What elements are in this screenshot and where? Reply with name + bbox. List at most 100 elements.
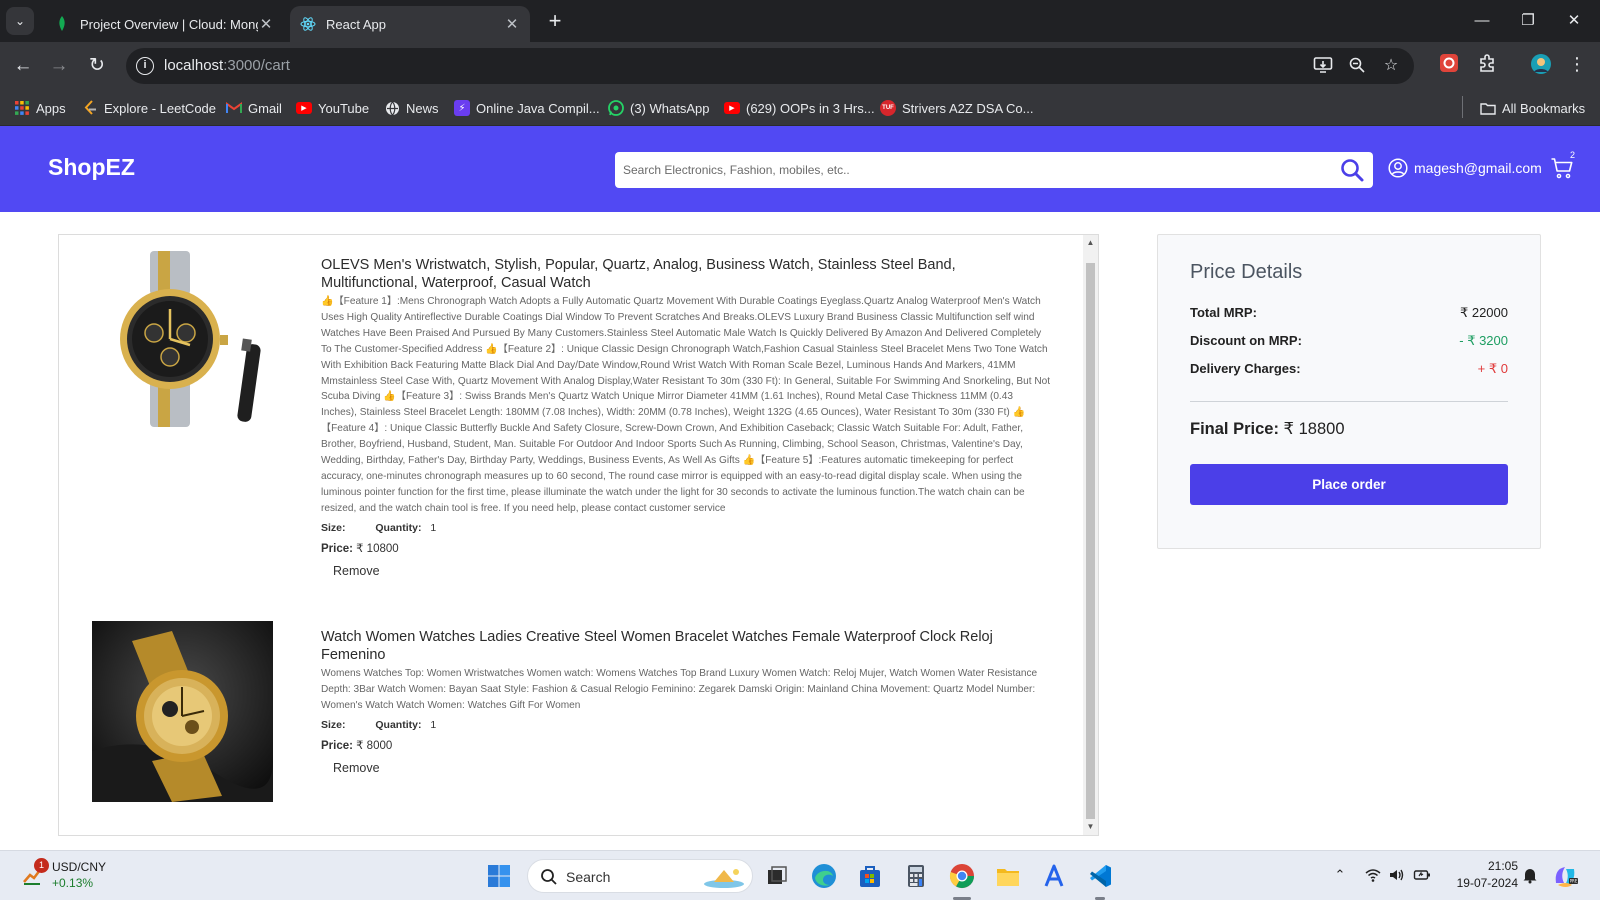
browser-toolbar: ← → ↻ i localhost:3000/cart ☆ ⋮ <box>0 42 1600 90</box>
minimize-window-icon[interactable]: — <box>1462 8 1502 34</box>
bookmark-label: All Bookmarks <box>1502 100 1586 116</box>
mongodb-leaf-icon <box>54 16 70 32</box>
tab-title: React App <box>326 16 386 32</box>
taskbar-search-label: Search <box>566 869 611 885</box>
bookmark-whatsapp[interactable]: (3) WhatsApp <box>608 98 709 118</box>
extension-red-icon[interactable] <box>1438 53 1460 75</box>
notification-bell-icon[interactable] <box>1521 866 1539 884</box>
close-tab-icon[interactable]: ✕ <box>504 15 520 33</box>
tab-search-dropdown-icon[interactable]: ⌄ <box>6 7 34 35</box>
bookmark-youtube[interactable]: ▶ YouTube <box>296 98 369 118</box>
back-icon[interactable]: ← <box>10 53 36 79</box>
item-price: ₹ 8000 <box>356 739 393 752</box>
bookmark-apps[interactable]: Apps <box>14 98 66 118</box>
search-icon[interactable] <box>1339 157 1365 183</box>
microsoft-store-icon[interactable] <box>856 862 884 890</box>
file-explorer-icon[interactable] <box>994 862 1022 890</box>
system-clock[interactable]: 21:05 19-07-2024 <box>1448 858 1518 892</box>
bookmark-label: Explore - LeetCode <box>104 100 217 116</box>
discount-value: - ₹ 3200 <box>1459 333 1508 348</box>
extensions-puzzle-icon[interactable] <box>1476 53 1498 75</box>
total-mrp-row: Total MRP: ₹ 22000 <box>1190 305 1508 321</box>
quantity-label: Quantity: <box>375 521 422 534</box>
user-account[interactable]: magesh@gmail.com <box>1388 158 1542 178</box>
copilot-icon[interactable]: PRE <box>1552 863 1578 889</box>
item-quantity: 1 <box>430 521 437 534</box>
item-price-row: Price: ₹ 8000 <box>321 737 1051 755</box>
forward-icon[interactable]: → <box>46 53 72 79</box>
task-view-icon[interactable] <box>763 862 791 890</box>
tab-title: Project Overview | Cloud: Mong <box>80 16 258 32</box>
chrome-icon[interactable] <box>948 862 976 890</box>
vscode-icon[interactable] <box>1086 862 1114 890</box>
taskbar-search[interactable]: Search <box>527 859 753 893</box>
bookmark-strivers-dsa[interactable]: TUF Strivers A2Z DSA Co... <box>880 98 1034 118</box>
bookmark-oops-video[interactable]: ▶ (629) OOPs in 3 Hrs... <box>724 98 875 118</box>
brand-logo[interactable]: ShopEZ <box>48 154 135 181</box>
wifi-icon[interactable] <box>1364 866 1382 884</box>
close-tab-icon[interactable]: ✕ <box>258 15 274 33</box>
new-tab-button[interactable]: + <box>542 8 568 34</box>
scrollbar-thumb[interactable] <box>1086 263 1095 819</box>
show-hidden-icons-icon[interactable]: ⌃ <box>1331 866 1349 884</box>
bookmark-star-icon[interactable]: ☆ <box>1380 56 1402 76</box>
address-bar[interactable]: i localhost:3000/cart ☆ <box>126 48 1414 84</box>
remove-item-button[interactable]: Remove <box>329 759 384 777</box>
search-highlight-icon <box>704 869 744 888</box>
place-order-button[interactable]: Place order <box>1190 464 1508 505</box>
size-label: Size: <box>321 718 346 731</box>
notification-badge: 1 <box>34 858 49 873</box>
product-image <box>92 621 273 802</box>
discount-label: Discount on MRP: <box>1190 333 1302 348</box>
bookmark-gmail[interactable]: Gmail <box>226 98 282 118</box>
bookmark-leetcode[interactable]: Explore - LeetCode <box>82 98 216 118</box>
folder-icon <box>1480 100 1496 116</box>
price-divider <box>1190 401 1508 402</box>
stock-symbol: USD/CNY <box>52 860 107 874</box>
bookmark-label: News <box>406 100 439 116</box>
windows-start-icon[interactable] <box>487 864 511 888</box>
search-input[interactable] <box>623 159 1323 181</box>
stock-widget[interactable]: 1 USD/CNY +0.13% <box>20 858 130 894</box>
volume-icon[interactable] <box>1388 866 1406 884</box>
tab-project-overview[interactable]: Project Overview | Cloud: Mong ✕ <box>44 6 284 42</box>
install-app-icon[interactable] <box>1312 56 1334 76</box>
zoom-icon[interactable] <box>1346 56 1368 76</box>
close-window-icon[interactable]: ✕ <box>1554 8 1594 34</box>
bookmark-news[interactable]: News <box>384 98 439 118</box>
clock-date: 19-07-2024 <box>1456 876 1518 890</box>
whatsapp-icon <box>608 100 624 116</box>
calculator-icon[interactable] <box>902 862 930 890</box>
reload-icon[interactable]: ↻ <box>84 53 110 79</box>
cart-items-panel: OLEVS Men's Wristwatch, Stylish, Popular… <box>58 234 1099 836</box>
delivery-label: Delivery Charges: <box>1190 361 1301 376</box>
scroll-down-icon[interactable]: ▼ <box>1083 819 1098 835</box>
tab-react-app[interactable]: React App ✕ <box>290 6 530 42</box>
profile-avatar[interactable] <box>1530 53 1552 75</box>
youtube-icon: ▶ <box>724 102 740 114</box>
size-label: Size: <box>321 521 346 534</box>
translate-app-icon[interactable] <box>1040 862 1068 890</box>
scroll-up-icon[interactable]: ▲ <box>1083 235 1098 251</box>
item-info: OLEVS Men's Wristwatch, Stylish, Popular… <box>321 257 1051 580</box>
site-info-icon[interactable]: i <box>136 57 154 75</box>
url-text[interactable]: localhost:3000/cart <box>164 57 290 74</box>
apps-grid-icon <box>14 100 30 116</box>
edge-browser-icon[interactable] <box>810 862 838 890</box>
clock-time: 21:05 <box>1487 859 1518 873</box>
product-title[interactable]: Watch Women Watches Ladies Creative Stee… <box>321 629 1051 664</box>
item-price: ₹ 10800 <box>356 542 399 555</box>
bookmark-java-compiler[interactable]: ⚡ Online Java Compil... <box>454 98 600 118</box>
bookmark-label: YouTube <box>318 100 370 116</box>
battery-icon[interactable] <box>1413 866 1431 884</box>
restore-window-icon[interactable]: ❐ <box>1508 8 1548 34</box>
cart-scrollbar[interactable]: ▲ ▼ <box>1083 235 1098 835</box>
tuf-icon: TUF <box>880 100 896 116</box>
remove-item-button[interactable]: Remove <box>329 562 384 580</box>
all-bookmarks[interactable]: All Bookmarks <box>1480 98 1585 118</box>
bookmark-label: Strivers A2Z DSA Co... <box>902 100 1034 116</box>
gmail-icon <box>226 100 242 116</box>
price-label: Price: <box>321 739 353 752</box>
browser-menu-icon[interactable]: ⋮ <box>1566 53 1588 75</box>
product-title[interactable]: OLEVS Men's Wristwatch, Stylish, Popular… <box>321 257 1051 292</box>
